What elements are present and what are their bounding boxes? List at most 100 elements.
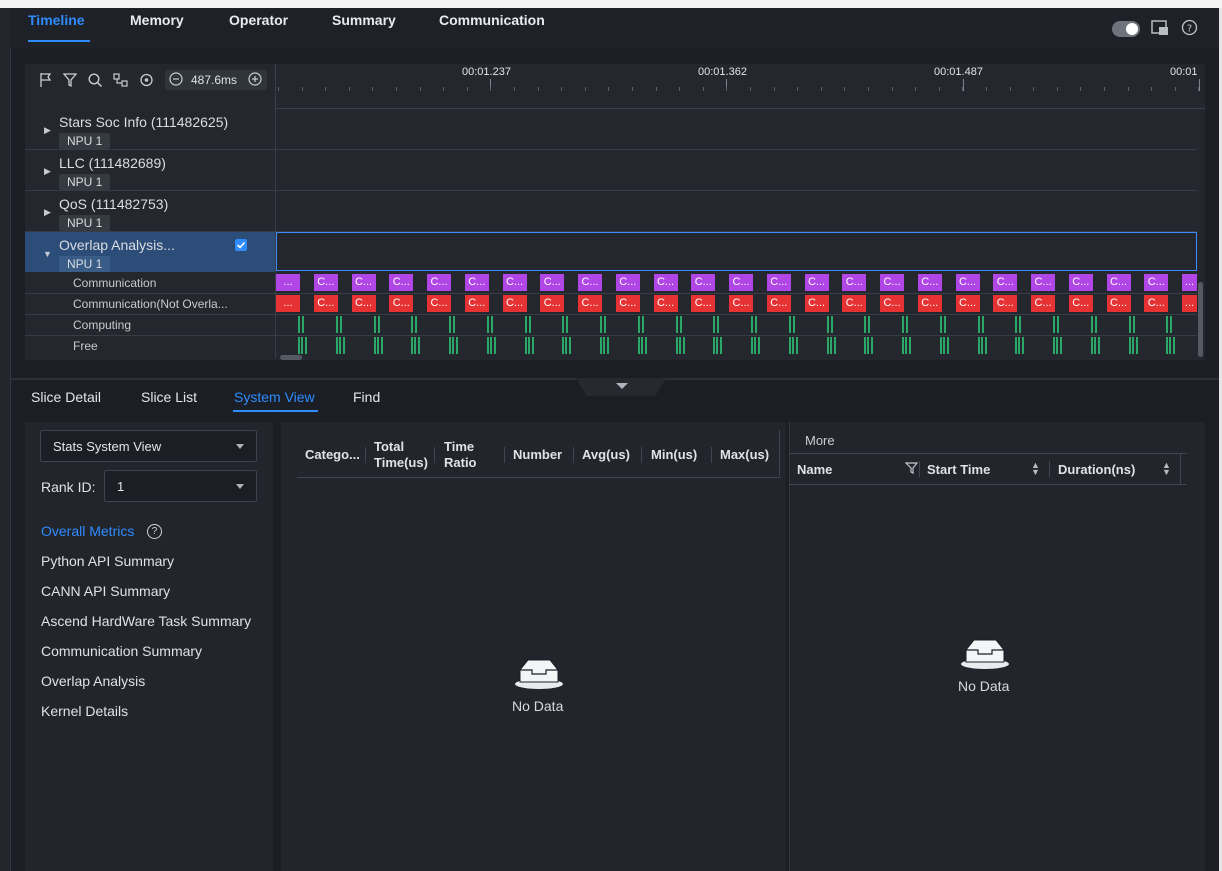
- compute-slice[interactable]: [569, 337, 572, 354]
- compute-slice[interactable]: [829, 337, 832, 354]
- trace-slice[interactable]: C...: [1068, 274, 1093, 291]
- compute-slice[interactable]: [1093, 337, 1096, 354]
- compute-slice[interactable]: [1053, 337, 1055, 354]
- compute-slice[interactable]: [980, 337, 983, 354]
- compute-slice[interactable]: [939, 316, 942, 333]
- compute-slice[interactable]: [902, 337, 904, 354]
- compute-slice[interactable]: [751, 316, 753, 333]
- trace-slice[interactable]: C...: [993, 274, 1018, 291]
- compute-slice[interactable]: [720, 337, 723, 354]
- trace-slice[interactable]: C...: [615, 274, 640, 291]
- compute-slice[interactable]: [411, 337, 414, 354]
- compute-slice[interactable]: [603, 337, 605, 354]
- trace-slice[interactable]: C...: [1031, 295, 1055, 312]
- compute-slice[interactable]: [1131, 337, 1134, 354]
- column-header-total-time[interactable]: Total Time(us): [374, 439, 430, 471]
- compute-slice[interactable]: [939, 337, 942, 354]
- trace-slice[interactable]: C...: [615, 295, 640, 312]
- compute-slice[interactable]: [600, 337, 602, 354]
- compute-slice[interactable]: [902, 316, 904, 333]
- view-select[interactable]: Stats System View: [40, 430, 257, 462]
- compute-slice[interactable]: [795, 337, 798, 354]
- compute-slice[interactable]: [830, 316, 833, 333]
- compute-slice[interactable]: [1094, 316, 1097, 333]
- trace-slice[interactable]: C...: [691, 295, 716, 312]
- compute-slice[interactable]: [335, 316, 338, 333]
- collapse-caret-icon[interactable]: ▼: [43, 249, 52, 259]
- compute-slice[interactable]: [641, 316, 644, 333]
- trace-slice[interactable]: C...: [653, 295, 678, 312]
- trace-slice[interactable]: C...: [389, 295, 414, 312]
- compute-slice[interactable]: [1053, 316, 1055, 333]
- tab-memory[interactable]: Memory: [130, 12, 184, 28]
- column-header-name[interactable]: Name: [797, 462, 832, 478]
- compute-slice[interactable]: [637, 316, 640, 333]
- tab-timeline[interactable]: Timeline: [28, 12, 85, 28]
- link-icon[interactable]: [113, 72, 129, 91]
- trace-slice[interactable]: C...: [917, 295, 942, 312]
- compute-slice[interactable]: [868, 316, 871, 333]
- metric-cann-api-summary[interactable]: CANN API Summary: [41, 583, 170, 599]
- trace-slice[interactable]: C...: [313, 274, 338, 291]
- trace-slice[interactable]: C...: [880, 295, 904, 312]
- track-label[interactable]: LLC (111482689): [59, 155, 166, 171]
- track-label[interactable]: Stars Soc Info (111482625): [59, 114, 228, 130]
- column-header-category[interactable]: Catego...: [305, 447, 361, 463]
- trace-slice[interactable]: C...: [729, 295, 753, 312]
- column-header-min[interactable]: Min(us): [651, 447, 697, 463]
- compute-slice[interactable]: [1128, 316, 1131, 333]
- compute-slice[interactable]: [946, 337, 949, 354]
- trace-slice[interactable]: C...: [578, 274, 602, 291]
- compute-slice[interactable]: [1057, 316, 1059, 333]
- metric-communication-summary[interactable]: Communication Summary: [41, 643, 202, 659]
- compute-slice[interactable]: [640, 337, 643, 354]
- trace-slice[interactable]: C...: [653, 274, 678, 291]
- compute-slice[interactable]: [751, 337, 753, 354]
- timeline-horizontal-scrollbar[interactable]: [280, 355, 302, 360]
- compute-slice[interactable]: [679, 316, 682, 333]
- compute-slice[interactable]: [826, 316, 829, 333]
- trace-slice[interactable]: C...: [540, 274, 565, 291]
- trace-slice[interactable]: C...: [389, 274, 414, 291]
- compute-slice[interactable]: [338, 337, 341, 354]
- compute-slice[interactable]: [373, 316, 376, 333]
- compute-slice[interactable]: [493, 337, 496, 354]
- trace-slice[interactable]: C...: [540, 295, 565, 312]
- compute-slice[interactable]: [1015, 316, 1018, 333]
- filter-icon[interactable]: [904, 461, 919, 478]
- trace-slice[interactable]: C...: [427, 274, 451, 291]
- flag-icon[interactable]: [39, 72, 53, 91]
- compute-slice[interactable]: [867, 337, 870, 354]
- compute-slice[interactable]: [335, 337, 338, 354]
- trace-slice[interactable]: C...: [1144, 274, 1169, 291]
- expand-caret-icon[interactable]: ▶: [44, 166, 51, 177]
- compute-slice[interactable]: [566, 316, 569, 333]
- trace-slice[interactable]: C...: [842, 295, 867, 312]
- compute-slice[interactable]: [792, 316, 795, 333]
- compute-slice[interactable]: [562, 337, 565, 354]
- trace-slice[interactable]: C...: [917, 274, 942, 291]
- timeline-vertical-scrollbar[interactable]: [1198, 282, 1203, 357]
- compute-slice[interactable]: [1022, 337, 1025, 354]
- column-header-number[interactable]: Number: [513, 447, 562, 463]
- trace-slice[interactable]: C...: [313, 295, 338, 312]
- help-icon[interactable]: ?: [147, 524, 162, 539]
- compute-slice[interactable]: [716, 337, 719, 354]
- compute-slice[interactable]: [1135, 337, 1138, 354]
- zoom-out-icon[interactable]: [169, 72, 183, 89]
- trace-slice[interactable]: C...: [691, 274, 716, 291]
- trace-slice[interactable]: C...: [842, 274, 867, 291]
- compute-slice[interactable]: [298, 337, 300, 354]
- trace-slice[interactable]: C...: [880, 274, 904, 291]
- compute-slice[interactable]: [528, 316, 531, 333]
- compute-slice[interactable]: [562, 316, 565, 333]
- metric-ascend-hardware-task-summary[interactable]: Ascend HardWare Task Summary: [41, 613, 251, 629]
- compute-slice[interactable]: [524, 316, 527, 333]
- rank-select[interactable]: 1: [104, 470, 257, 502]
- compute-slice[interactable]: [527, 337, 530, 354]
- trace-slice[interactable]: C...: [427, 295, 451, 312]
- compute-slice[interactable]: [486, 337, 489, 354]
- tab-slice-detail[interactable]: Slice Detail: [31, 389, 101, 405]
- language-icon[interactable]: [1151, 19, 1169, 40]
- compute-slice[interactable]: [791, 337, 794, 354]
